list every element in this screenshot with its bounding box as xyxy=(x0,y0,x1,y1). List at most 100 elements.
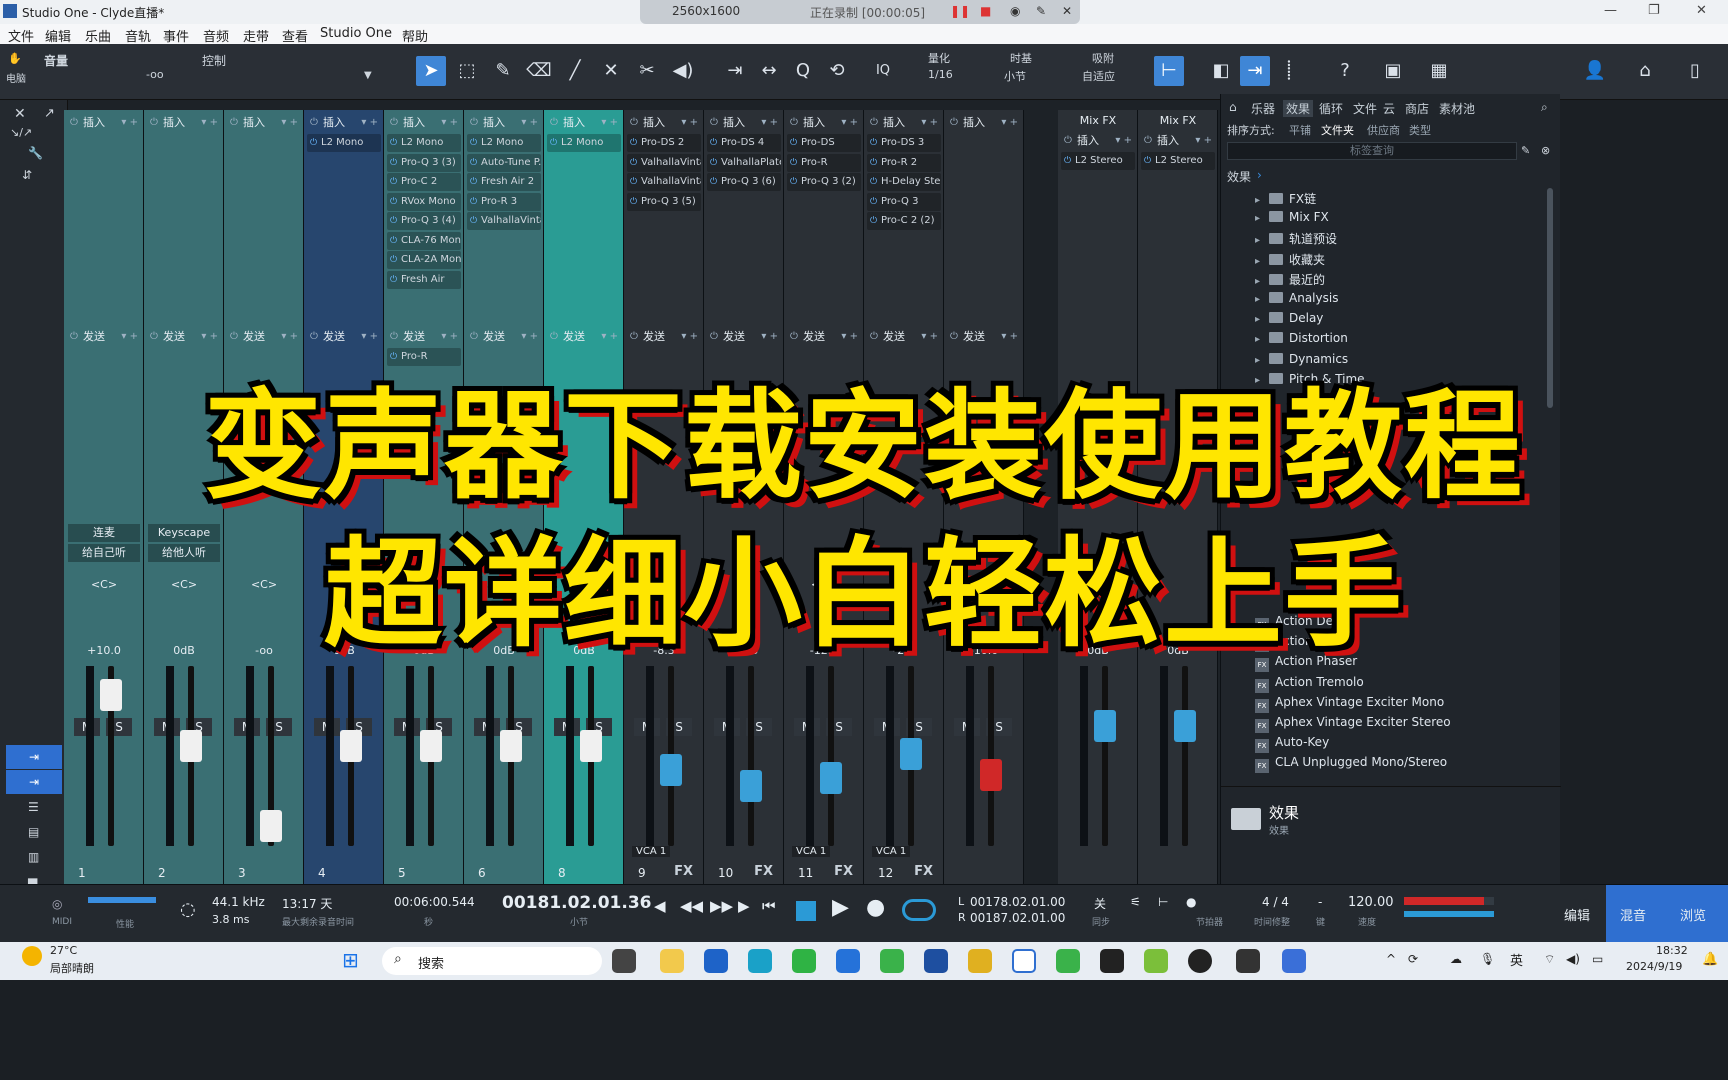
page-icon[interactable]: ▯ xyxy=(1680,56,1710,86)
tab-cloud[interactable]: 云 xyxy=(1383,100,1395,117)
send-header[interactable]: 发送 xyxy=(867,328,941,346)
fader-handle[interactable] xyxy=(260,810,282,842)
browser-folder[interactable]: ▸ Analysis xyxy=(1255,291,1338,305)
insert-header[interactable]: 插入 xyxy=(227,114,301,132)
insert-header[interactable]: 插入 xyxy=(787,114,861,132)
task-view-icon[interactable] xyxy=(612,949,636,973)
insert-slot[interactable]: Pro-Q 3 (6) xyxy=(707,173,781,191)
insert-header[interactable]: 插入 xyxy=(547,114,621,132)
plugin-item[interactable]: FX Aphex Vintage Exciter Stereo xyxy=(1255,715,1451,733)
wechat-icon-2[interactable] xyxy=(1056,949,1080,973)
fader-handle[interactable] xyxy=(580,730,602,762)
maximize-button[interactable]: ❐ xyxy=(1648,3,1660,18)
insert-slot[interactable]: Fresh Air 2 xyxy=(467,173,541,191)
tempo-value[interactable]: 120.00 xyxy=(1348,895,1394,910)
insert-slot[interactable]: L2 Stereo xyxy=(1061,152,1135,170)
chevron-up-icon[interactable]: ^ xyxy=(1386,952,1396,966)
notification-icon[interactable]: 🔔 xyxy=(1702,952,1718,967)
python-icon[interactable] xyxy=(1282,949,1306,973)
insert-slot[interactable]: RVox Mono xyxy=(387,192,461,211)
wechat-icon[interactable] xyxy=(880,949,904,973)
plugin-item[interactable]: FX Aphex Vintage Exciter Mono xyxy=(1255,695,1444,713)
send-header[interactable]: 发送 xyxy=(547,328,621,346)
tag-search-input[interactable]: 标签查询 xyxy=(1227,142,1517,160)
browser-folder[interactable]: ▸ Distortion xyxy=(1255,331,1348,345)
tab-files[interactable]: 文件 xyxy=(1353,100,1377,117)
tab-effects[interactable]: 效果 xyxy=(1283,100,1314,117)
edit-icon[interactable]: ✎ xyxy=(1521,144,1530,157)
fader-handle[interactable] xyxy=(1174,710,1196,742)
cursor-icon[interactable]: ⸽ xyxy=(1274,56,1304,86)
insert-slot[interactable]: L2 Mono xyxy=(307,134,381,152)
insert-slot[interactable]: L2 Mono xyxy=(387,134,461,152)
browser-folder[interactable]: ▸ 收藏夹 xyxy=(1255,251,1325,268)
insert-slot[interactable]: Pro-Q 3 (5) xyxy=(627,192,701,211)
insert-header[interactable]: 插入 xyxy=(627,114,701,132)
video-icon[interactable]: ▣ xyxy=(1378,56,1408,86)
weather-icon[interactable] xyxy=(22,946,42,966)
chevron-right-icon[interactable]: ▸ xyxy=(1255,235,1269,246)
stop-button[interactable] xyxy=(796,901,816,921)
app-cube-icon[interactable] xyxy=(924,949,948,973)
meter-icon[interactable]: ▥ xyxy=(28,850,39,864)
insert-slot[interactable]: ValhallaVinta.. xyxy=(467,212,541,230)
wifi-icon[interactable]: ⌔ xyxy=(1544,952,1555,967)
bus-label[interactable]: Mix FX xyxy=(1058,114,1138,127)
output-view-icon[interactable]: ⇥ xyxy=(6,770,62,794)
sort-folder[interactable]: 文件夹 xyxy=(1321,122,1354,138)
fader-handle[interactable] xyxy=(100,678,122,711)
wrench-icon[interactable]: 🔧 xyxy=(28,146,43,160)
insert-header[interactable]: 插入 xyxy=(387,114,461,132)
sort-type[interactable]: 类型 xyxy=(1409,122,1431,138)
input-view-icon[interactable]: ⇥ xyxy=(6,745,62,769)
insert-slot[interactable]: Pro-C 2 (2) xyxy=(867,212,941,230)
insert-header[interactable]: 插入 xyxy=(947,114,1021,132)
plugin-item[interactable]: FX CLA Unplugged Mono/Stereo xyxy=(1255,755,1447,774)
chevron-right-icon[interactable]: ▸ xyxy=(1255,213,1269,224)
battery-icon[interactable]: ▭ xyxy=(1592,952,1603,966)
insert-slot[interactable]: Pro-R xyxy=(787,153,861,172)
app-green-icon[interactable] xyxy=(792,949,816,973)
cloud-icon[interactable]: ☁ xyxy=(1450,952,1462,966)
insert-slot[interactable]: ValhallaPlate xyxy=(707,153,781,172)
insert-slot[interactable]: L2 Stereo xyxy=(1141,152,1215,170)
browser-folder[interactable]: ▸ 轨道预设 xyxy=(1255,230,1337,247)
time-bars[interactable]: 00181.02.01.36 xyxy=(502,893,652,913)
insert-slot[interactable]: ValhallaVinta.. xyxy=(627,173,701,191)
breadcrumb[interactable]: 效果 xyxy=(1227,168,1251,185)
punch-icon[interactable]: ⊢ xyxy=(1158,895,1168,909)
send-header[interactable]: 发送 xyxy=(307,328,381,346)
loop-end[interactable]: 00187.02.01.00 xyxy=(970,911,1065,925)
search-icon[interactable]: ⌕ xyxy=(1541,100,1548,115)
list-icon[interactable]: ☰ xyxy=(28,800,39,814)
insert-header[interactable]: 插入 xyxy=(467,114,541,132)
insert-header[interactable]: 插入 xyxy=(867,114,941,132)
insert-slot[interactable]: Pro-Q 3 (3) xyxy=(387,153,461,172)
insert-slot[interactable]: Pro-R 3 xyxy=(467,192,541,211)
insert-slot[interactable]: Pro-DS 4 xyxy=(707,134,781,152)
insert-header[interactable]: 插入 xyxy=(67,114,141,132)
sort-flat[interactable]: 平铺 xyxy=(1289,122,1311,138)
app-blue-icon[interactable] xyxy=(836,949,860,973)
app-frog-icon[interactable] xyxy=(1144,949,1168,973)
browser-folder[interactable]: ▸ 最近的 xyxy=(1255,271,1325,288)
studio-one-icon[interactable] xyxy=(1100,949,1124,973)
precount-icon[interactable]: ⚟ xyxy=(1130,895,1141,909)
plugin-item[interactable]: FX Action Tremolo xyxy=(1255,675,1364,693)
send-header[interactable]: 发送 xyxy=(947,328,1021,346)
rewind-start-icon[interactable]: ◀ xyxy=(654,897,666,915)
fader-handle[interactable] xyxy=(900,738,922,770)
app-icon[interactable] xyxy=(704,949,728,973)
send-header[interactable]: 发送 xyxy=(67,328,141,346)
app-yellow-icon[interactable] xyxy=(968,949,992,973)
sync-icon[interactable]: ⟳ xyxy=(1408,952,1418,966)
close-button[interactable]: ✕ xyxy=(1696,3,1707,18)
insert-slot[interactable]: Pro-Q 3 xyxy=(867,192,941,211)
fader-handle[interactable] xyxy=(660,754,682,786)
time-signature[interactable]: 4 / 4 xyxy=(1262,895,1289,909)
fader-handle[interactable] xyxy=(340,730,362,762)
volume-icon[interactable]: ◀) xyxy=(1566,952,1580,966)
browser-folder[interactable]: ▸ Delay xyxy=(1255,311,1323,325)
fader-track[interactable] xyxy=(748,666,754,846)
clock-time[interactable]: 18:32 xyxy=(1656,944,1688,957)
